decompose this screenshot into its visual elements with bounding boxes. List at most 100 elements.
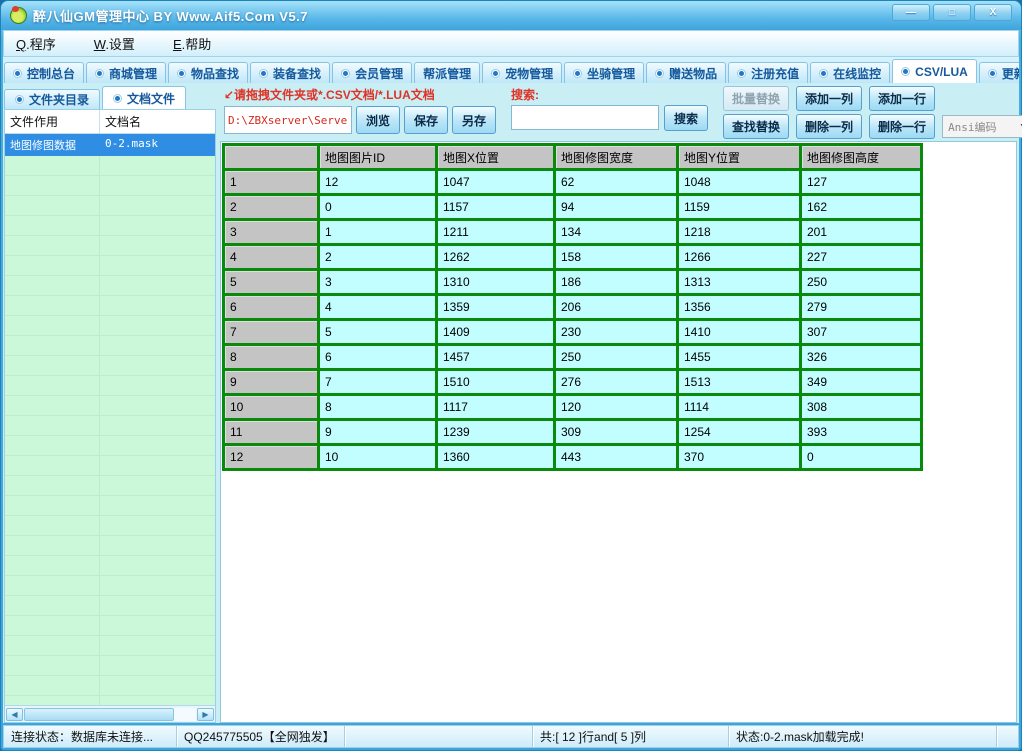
grid-cell[interactable]: 1117 — [437, 395, 555, 420]
grid-row-header[interactable]: 10 — [224, 395, 319, 420]
close-button[interactable]: X — [974, 4, 1012, 21]
scroll-right-arrow-icon[interactable]: ▶ — [197, 708, 214, 721]
tab-更新历史[interactable]: 更新历史 — [979, 62, 1019, 83]
grid-cell[interactable]: 1 — [319, 220, 437, 245]
scrollbar-track[interactable] — [24, 708, 196, 721]
grid-cell[interactable]: 3 — [319, 270, 437, 295]
grid-row-header[interactable]: 1 — [224, 170, 319, 195]
batch-replace-button[interactable]: 批量替换 — [723, 86, 789, 111]
grid-cell[interactable]: 276 — [555, 370, 678, 395]
tab-赠送物品[interactable]: 赠送物品 — [646, 62, 726, 83]
grid-cell[interactable]: 10 — [319, 445, 437, 470]
grid-cell[interactable]: 1157 — [437, 195, 555, 220]
grid-cell[interactable]: 1211 — [437, 220, 555, 245]
grid-cell[interactable]: 309 — [555, 420, 678, 445]
grid-row-header[interactable]: 6 — [224, 295, 319, 320]
grid-cell[interactable]: 134 — [555, 220, 678, 245]
grid-cell[interactable]: 1254 — [678, 420, 801, 445]
tab-控制总台[interactable]: 控制总台 — [4, 62, 84, 83]
grid-cell[interactable]: 308 — [801, 395, 922, 420]
grid-cell[interactable]: 1310 — [437, 270, 555, 295]
minimize-button[interactable]: — — [892, 4, 930, 21]
tab-会员管理[interactable]: 会员管理 — [332, 62, 412, 83]
grid-row-header[interactable]: 11 — [224, 420, 319, 445]
grid-row-header[interactable]: 9 — [224, 370, 319, 395]
grid-row-header[interactable]: 5 — [224, 270, 319, 295]
grid-cell[interactable]: 307 — [801, 320, 922, 345]
subtab-文件夹目录[interactable]: 文件夹目录 — [4, 89, 100, 109]
search-button[interactable]: 搜索 — [664, 105, 708, 131]
grid-cell[interactable]: 9 — [319, 420, 437, 445]
file-list-item[interactable]: 地图修图数据0-2.mask — [5, 134, 215, 156]
grid-cell[interactable]: 250 — [555, 345, 678, 370]
grid-cell[interactable]: 1218 — [678, 220, 801, 245]
menu-item-E[interactable]: E.帮助 — [173, 34, 211, 53]
grid-cell[interactable]: 1266 — [678, 245, 801, 270]
tab-宠物管理[interactable]: 宠物管理 — [482, 62, 562, 83]
grid-cell[interactable]: 62 — [555, 170, 678, 195]
grid-cell[interactable]: 0 — [801, 445, 922, 470]
grid-cell[interactable]: 162 — [801, 195, 922, 220]
file-path-input[interactable] — [224, 106, 352, 134]
grid-cell[interactable]: 6 — [319, 345, 437, 370]
grid-cell[interactable]: 1510 — [437, 370, 555, 395]
grid-cell[interactable]: 1356 — [678, 295, 801, 320]
grid-cell[interactable]: 230 — [555, 320, 678, 345]
browse-button[interactable]: 浏览 — [356, 106, 400, 134]
grid-cell[interactable]: 393 — [801, 420, 922, 445]
maximize-button[interactable]: □ — [933, 4, 971, 21]
grid-cell[interactable]: 250 — [801, 270, 922, 295]
menu-item-Q[interactable]: Q.程序 — [16, 34, 56, 53]
grid-cell[interactable]: 5 — [319, 320, 437, 345]
tab-在线监控[interactable]: 在线监控 — [810, 62, 890, 83]
grid-cell[interactable]: 8 — [319, 395, 437, 420]
grid-cell[interactable]: 1159 — [678, 195, 801, 220]
subtab-文档文件[interactable]: 文档文件 — [102, 86, 186, 109]
grid-cell[interactable]: 326 — [801, 345, 922, 370]
tab-装备查找[interactable]: 装备查找 — [250, 62, 330, 83]
remove-column-button[interactable]: 删除一列 — [796, 114, 862, 139]
grid-row-header[interactable]: 2 — [224, 195, 319, 220]
grid-row-header[interactable]: 3 — [224, 220, 319, 245]
grid-cell[interactable]: 1360 — [437, 445, 555, 470]
grid-cell[interactable]: 2 — [319, 245, 437, 270]
menu-item-W[interactable]: W.设置 — [94, 34, 135, 53]
grid-cell[interactable]: 1409 — [437, 320, 555, 345]
tab-坐骑管理[interactable]: 坐骑管理 — [564, 62, 644, 83]
grid-cell[interactable]: 1359 — [437, 295, 555, 320]
grid-cell[interactable]: 4 — [319, 295, 437, 320]
grid-row-header[interactable]: 4 — [224, 245, 319, 270]
tab-物品查找[interactable]: 物品查找 — [168, 62, 248, 83]
tab-商城管理[interactable]: 商城管理 — [86, 62, 166, 83]
grid-cell[interactable]: 443 — [555, 445, 678, 470]
grid-cell[interactable]: 1455 — [678, 345, 801, 370]
remove-row-button[interactable]: 删除一行 — [869, 114, 935, 139]
grid-cell[interactable]: 1048 — [678, 170, 801, 195]
grid-cell[interactable]: 1410 — [678, 320, 801, 345]
grid-cell[interactable]: 7 — [319, 370, 437, 395]
grid-cell[interactable]: 12 — [319, 170, 437, 195]
grid-cell[interactable]: 94 — [555, 195, 678, 220]
add-column-button[interactable]: 添加一列 — [796, 86, 862, 111]
grid-cell[interactable]: 279 — [801, 295, 922, 320]
grid-cell[interactable]: 1047 — [437, 170, 555, 195]
grid-cell[interactable]: 1513 — [678, 370, 801, 395]
grid-cell[interactable]: 120 — [555, 395, 678, 420]
grid-cell[interactable]: 158 — [555, 245, 678, 270]
grid-cell[interactable]: 0 — [319, 195, 437, 220]
find-replace-button[interactable]: 查找替换 — [723, 114, 789, 139]
grid-cell[interactable]: 206 — [555, 295, 678, 320]
grid-cell[interactable]: 1114 — [678, 395, 801, 420]
tab-注册充值[interactable]: 注册充值 — [728, 62, 808, 83]
tab-CSV/LUA[interactable]: CSV/LUA — [892, 59, 977, 83]
search-input[interactable] — [511, 105, 659, 130]
save-as-button[interactable]: 另存 — [452, 106, 496, 134]
save-button[interactable]: 保存 — [404, 106, 448, 134]
grid-cell[interactable]: 127 — [801, 170, 922, 195]
add-row-button[interactable]: 添加一行 — [869, 86, 935, 111]
grid-cell[interactable]: 227 — [801, 245, 922, 270]
grid-cell[interactable]: 1313 — [678, 270, 801, 295]
horizontal-scrollbar[interactable]: ◀ ▶ — [5, 705, 215, 722]
grid-cell[interactable]: 1239 — [437, 420, 555, 445]
grid-row-header[interactable]: 8 — [224, 345, 319, 370]
